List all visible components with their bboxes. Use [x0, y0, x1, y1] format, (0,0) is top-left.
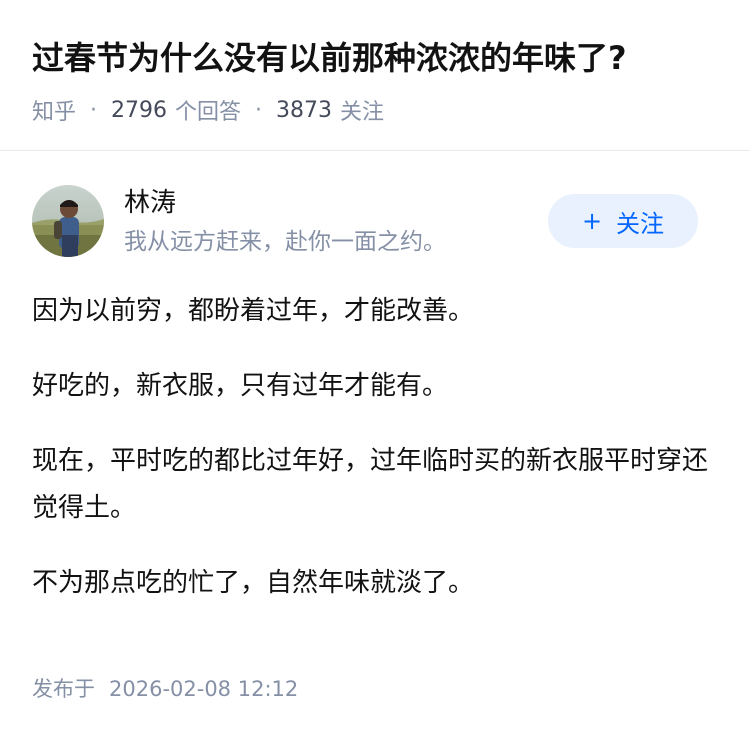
answer-paragraph: 好吃的，新衣服，只有过年才能有。 [32, 371, 449, 401]
question-title[interactable]: 过春节为什么没有以前那种浓浓的年味了? [32, 34, 627, 82]
answer-paragraph: 现在，平时吃的都比过年好，过年临时买的新衣服平时穿还觉得土。 [32, 446, 709, 523]
question-meta: 知乎 · 2796 个回答 · 3873 关注 [32, 92, 384, 128]
follower-count-label: 关注 [340, 100, 385, 125]
publish-info: 发布于 2026-02-08 12:12 [32, 672, 298, 706]
answer-page: 过春节为什么没有以前那种浓浓的年味了? 知乎 · 2796 个回答 · 3873… [0, 0, 750, 738]
meta-separator: · [90, 97, 98, 123]
publish-label: 发布于 [32, 677, 95, 701]
follower-count: 3873 [276, 97, 333, 123]
question-header: 过春节为什么没有以前那种浓浓的年味了? 知乎 · 2796 个回答 · 3873… [0, 0, 750, 151]
user-avatar-photo-icon [32, 185, 104, 257]
follow-button[interactable]: + 关注 [548, 194, 698, 248]
avatar[interactable] [32, 185, 104, 257]
author-bio: 我从远方赶来，赴你一面之约。 [124, 229, 446, 255]
answer-count: 2796 [111, 97, 168, 123]
source-label[interactable]: 知乎 [32, 94, 76, 126]
meta-separator: · [255, 97, 263, 123]
plus-icon: + [581, 207, 603, 235]
answer-count-label: 个回答 [175, 100, 242, 125]
author-name[interactable]: 林涛 [124, 185, 176, 221]
answer-paragraph: 不为那点吃的忙了，自然年味就淡了。 [32, 568, 475, 598]
publish-time: 2026-02-08 12:12 [109, 677, 299, 701]
follow-button-label: 关注 [616, 209, 665, 238]
answer-paragraph: 因为以前穷，都盼着过年，才能改善。 [32, 296, 475, 326]
answer-content: 因为以前穷，都盼着过年，才能改善。 好吃的，新衣服，只有过年才能有。 现在，平时… [32, 288, 718, 635]
author-info: 林涛 我从远方赶来，赴你一面之约。 + 关注 [32, 185, 718, 261]
